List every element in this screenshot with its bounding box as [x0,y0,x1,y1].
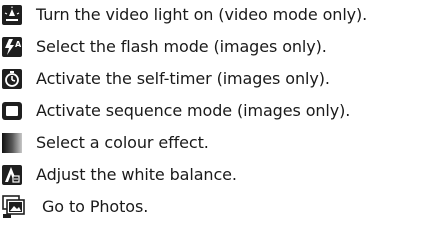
list-item-label: Activate the self-timer (images only). [36,69,330,88]
photos-icon [2,195,26,219]
white-balance-icon [2,165,22,185]
video-light-icon [2,5,22,25]
list-item-label: Select a colour effect. [36,133,209,152]
list-item-colour-effect: Select a colour effect. [0,128,442,158]
list-item-flash-mode: A Select the flash mode (images only). [0,32,442,62]
list-item-label: Adjust the white balance. [36,165,237,184]
list-item-photos: Go to Photos. [0,192,442,222]
flash-mode-icon: A [2,37,22,57]
list-item-white-balance: Adjust the white balance. [0,160,442,190]
svg-text:A: A [15,40,22,49]
colour-effect-icon [2,133,22,153]
list-item-label: Activate sequence mode (images only). [36,101,351,120]
list-item-self-timer: Activate the self-timer (images only). [0,64,442,94]
sequence-mode-icon [2,101,22,121]
list-item-label: Go to Photos. [42,197,149,216]
self-timer-icon [2,69,22,89]
list-item-video-light: Turn the video light on (video mode only… [0,0,442,30]
list-item-sequence-mode: Activate sequence mode (images only). [0,96,442,126]
list-item-label: Turn the video light on (video mode only… [36,5,368,24]
list-item-label: Select the flash mode (images only). [36,37,327,56]
